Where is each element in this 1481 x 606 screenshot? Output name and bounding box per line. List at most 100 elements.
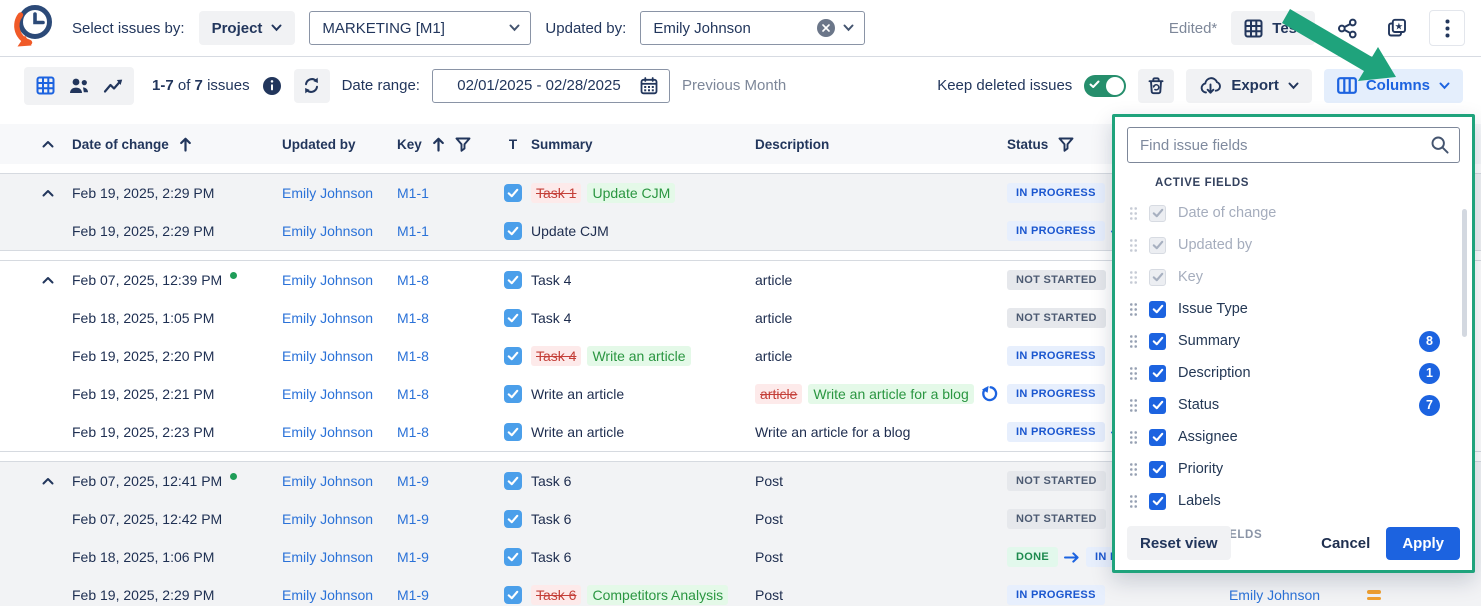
checkbox-status[interactable] — [1149, 397, 1166, 414]
more-menu-button[interactable] — [1429, 10, 1465, 46]
sort-ascending-icon[interactable] — [432, 137, 445, 152]
cell-updated-by: Emily Johnson — [282, 223, 397, 239]
date-text: Feb 18, 2025, 1:06 PM — [72, 549, 214, 565]
drag-handle-icon[interactable] — [1129, 430, 1137, 444]
issue-key-link[interactable]: M1-9 — [397, 587, 429, 603]
drag-handle-icon[interactable] — [1129, 462, 1137, 476]
clear-filter-icon[interactable] — [817, 19, 835, 37]
columns-button[interactable]: Columns — [1324, 69, 1463, 103]
cell-issue-type — [495, 385, 531, 403]
collapse-all-button[interactable] — [42, 140, 54, 148]
updated-by-link[interactable]: Emily Johnson — [282, 348, 373, 364]
export-button[interactable]: Export — [1186, 69, 1312, 103]
checkbox-description[interactable] — [1149, 365, 1166, 382]
updated-by-link[interactable]: Emily Johnson — [282, 386, 373, 402]
drag-handle-icon[interactable] — [1129, 494, 1137, 508]
assignee-link[interactable]: Emily Johnson — [1229, 587, 1320, 603]
cell-summary: Task 6 — [531, 509, 755, 529]
field-label: Updated by — [1178, 237, 1454, 253]
issue-key-link[interactable]: M1-8 — [397, 310, 429, 326]
cancel-button[interactable]: Cancel — [1321, 535, 1370, 552]
project-select[interactable]: MARKETING [M1] — [309, 11, 531, 45]
updated-by-link[interactable]: Emily Johnson — [282, 587, 373, 603]
updated-by-link[interactable]: Emily Johnson — [282, 473, 373, 489]
select-mode-dropdown[interactable]: Project — [199, 11, 296, 45]
refresh-button[interactable] — [294, 69, 330, 103]
collapse-row-button[interactable] — [42, 189, 54, 197]
checkbox-priority[interactable] — [1149, 461, 1166, 478]
updated-by-link[interactable]: Emily Johnson — [282, 272, 373, 288]
table-view-button[interactable] — [30, 72, 60, 100]
find-issue-fields-input[interactable] — [1127, 127, 1460, 163]
select-issues-by-label: Select issues by: — [72, 20, 185, 37]
cell-issue-type — [495, 423, 531, 441]
header-updated-by: Updated by — [282, 137, 356, 152]
updated-by-link[interactable]: Emily Johnson — [282, 549, 373, 565]
updated-by-select-value: Emily Johnson — [653, 20, 809, 37]
cell-description: Post — [755, 471, 1007, 491]
drag-handle-icon[interactable] — [1129, 398, 1137, 412]
view-name-button[interactable]: Test — [1231, 11, 1315, 45]
apply-button[interactable]: Apply — [1386, 527, 1460, 560]
previous-month-label[interactable]: Previous Month — [682, 77, 786, 94]
issue-key-link[interactable]: M1-9 — [397, 511, 429, 527]
drag-handle-icon[interactable] — [1129, 366, 1137, 380]
filter-funnel-icon[interactable] — [455, 137, 471, 152]
checkbox-assignee[interactable] — [1149, 429, 1166, 446]
cell-summary: Write an article — [531, 422, 755, 442]
sort-ascending-icon[interactable] — [179, 137, 192, 152]
updated-by-link[interactable]: Emily Johnson — [282, 185, 373, 201]
cell-key: M1-8 — [397, 386, 495, 402]
cell-date-of-change: Feb 19, 2025, 2:20 PM — [72, 348, 282, 364]
cell-key: M1-8 — [397, 424, 495, 440]
issue-key-link[interactable]: M1-8 — [397, 424, 429, 440]
columns-settings-panel: ACTIVE FIELDSDate of changeUpdated byKey… — [1112, 114, 1475, 573]
checkbox-issue-type[interactable] — [1149, 301, 1166, 318]
keep-deleted-toggle[interactable] — [1084, 75, 1126, 97]
drag-handle-icon[interactable] — [1129, 334, 1137, 348]
issue-key-link[interactable]: M1-9 — [397, 549, 429, 565]
deleted-issues-trash-button[interactable] — [1138, 69, 1174, 103]
issue-key-link[interactable]: M1-8 — [397, 386, 429, 402]
share-button[interactable] — [1329, 10, 1365, 46]
people-view-button[interactable] — [64, 72, 94, 100]
keep-deleted-label: Keep deleted issues — [937, 77, 1072, 94]
checkbox-labels[interactable] — [1149, 493, 1166, 510]
issue-key-link[interactable]: M1-8 — [397, 272, 429, 288]
undo-change-button[interactable] — [980, 384, 1000, 404]
issue-key-link[interactable]: M1-1 — [397, 223, 429, 239]
info-icon[interactable] — [262, 76, 282, 96]
updated-by-select[interactable]: Emily Johnson — [640, 11, 865, 45]
calendar-icon[interactable] — [639, 76, 659, 96]
cell-date-of-change: Feb 19, 2025, 2:21 PM — [72, 386, 282, 402]
updated-by-link[interactable]: Emily Johnson — [282, 511, 373, 527]
issue-key-link[interactable]: M1-9 — [397, 473, 429, 489]
updated-by-label: Updated by: — [545, 20, 626, 37]
field-label: Date of change — [1178, 205, 1454, 221]
chart-view-button[interactable] — [98, 72, 128, 100]
checkbox-updated-by — [1149, 237, 1166, 254]
filter-funnel-icon[interactable] — [1058, 137, 1074, 152]
issue-key-link[interactable]: M1-1 — [397, 185, 429, 201]
issues-count: 1-7 of 7 issues — [152, 77, 250, 94]
scrollbar-thumb[interactable] — [1462, 209, 1467, 337]
cell-assignee: Emily Johnson — [1182, 587, 1367, 603]
field-label: Labels — [1178, 493, 1454, 509]
header-status: Status — [1007, 137, 1048, 152]
updated-by-link[interactable]: Emily Johnson — [282, 424, 373, 440]
collapse-row-button[interactable] — [42, 276, 54, 284]
status-badge: NOT STARTED — [1007, 471, 1106, 491]
updated-by-link[interactable]: Emily Johnson — [282, 223, 373, 239]
removed-value: Task 4 — [531, 346, 581, 366]
updated-by-link[interactable]: Emily Johnson — [282, 310, 373, 326]
collapse-row-button[interactable] — [42, 477, 54, 485]
saved-views-button[interactable]: ★ — [1379, 10, 1415, 46]
issue-key-link[interactable]: M1-8 — [397, 348, 429, 364]
field-item-issue-type: Issue Type — [1127, 293, 1460, 325]
reset-view-button[interactable]: Reset view — [1127, 526, 1231, 560]
checkbox-summary[interactable] — [1149, 333, 1166, 350]
date-range-input[interactable]: 02/01/2025 - 02/28/2025 — [432, 69, 670, 103]
drag-handle-icon[interactable] — [1129, 302, 1137, 316]
checkbox-date-of-change — [1149, 205, 1166, 222]
status-badge: IN PROGRESS — [1007, 346, 1105, 366]
